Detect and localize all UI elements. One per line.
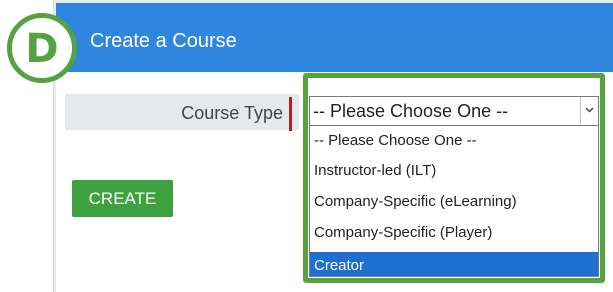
required-field-marker [289, 97, 292, 131]
dropdown-highlight-frame [303, 73, 605, 283]
create-button[interactable]: CREATE [72, 180, 173, 217]
course-type-label: Course Type [181, 103, 283, 123]
dialog-title: Create a Course [90, 30, 237, 52]
step-badge-letter: D [25, 26, 59, 72]
step-badge: D [7, 13, 77, 83]
